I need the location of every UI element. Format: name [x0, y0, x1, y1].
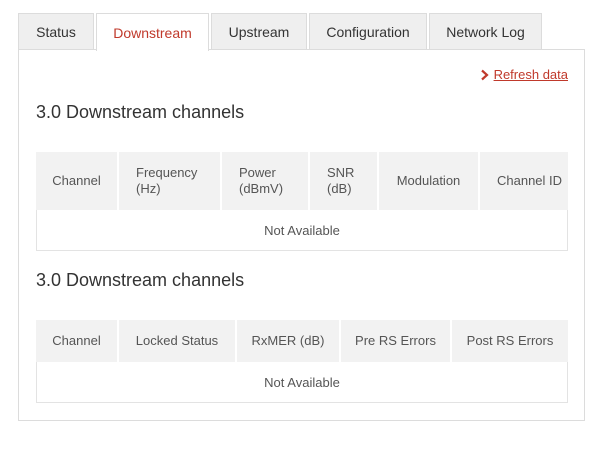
chevron-right-icon: [480, 69, 489, 80]
tab-configuration[interactable]: Configuration: [309, 13, 427, 50]
tab-status[interactable]: Status: [18, 13, 94, 50]
column-header: Channel: [36, 152, 117, 210]
column-header: Locked Status: [119, 320, 235, 362]
table-header: Channel Locked Status RxMER (dB) Pre RS …: [36, 320, 568, 362]
table-header: Channel Frequency (Hz) Power (dBmV) SNR …: [36, 152, 568, 210]
downstream-panel: Refresh data 3.0 Downstream channels Cha…: [18, 49, 585, 421]
refresh-data-link[interactable]: Refresh data: [480, 67, 568, 82]
column-header: RxMER (dB): [237, 320, 339, 362]
column-header: Power (dBmV): [222, 152, 308, 210]
column-header: Channel ID: [480, 152, 568, 210]
column-header: Post RS Errors: [452, 320, 568, 362]
section-title-downstream-channels-2: 3.0 Downstream channels: [36, 270, 245, 290]
tab-downstream[interactable]: Downstream: [96, 13, 209, 51]
downstream-channels-table: Channel Frequency (Hz) Power (dBmV) SNR …: [36, 152, 568, 251]
refresh-data-label: Refresh data: [493, 67, 568, 82]
column-header: Pre RS Errors: [341, 320, 450, 362]
tab-bar: Status Downstream Upstream Configuration…: [18, 13, 584, 51]
column-header: Frequency (Hz): [119, 152, 220, 210]
table-row-empty: Not Available: [36, 210, 568, 251]
tab-network-log[interactable]: Network Log: [429, 13, 542, 50]
column-header: Modulation: [379, 152, 478, 210]
column-header: SNR (dB): [310, 152, 377, 210]
downstream-channels-status-table: Channel Locked Status RxMER (dB) Pre RS …: [36, 320, 568, 404]
section-title-downstream-channels: 3.0 Downstream channels: [36, 102, 245, 122]
table-row-empty: Not Available: [36, 362, 568, 403]
column-header: Channel: [36, 320, 117, 362]
tab-upstream[interactable]: Upstream: [211, 13, 307, 50]
